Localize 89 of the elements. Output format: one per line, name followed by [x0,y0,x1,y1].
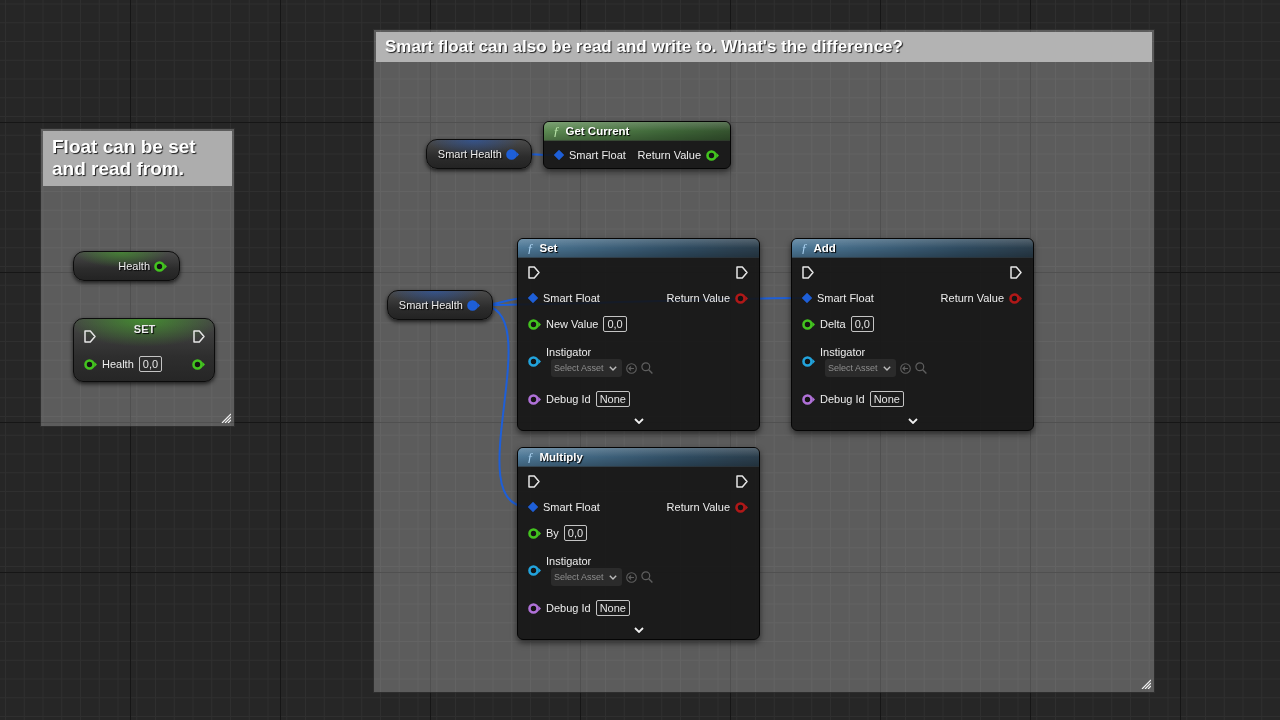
pin-label: Smart Float [543,291,600,305]
pin-label: Instigator [546,345,593,359]
value-field[interactable]: None [595,600,630,616]
arrow-circle-icon[interactable] [625,571,637,583]
node-title: Set [539,242,558,254]
variable-label: Smart Health [398,299,463,311]
asset-dropdown[interactable]: Select Asset [551,568,622,586]
pin-icon[interactable] [528,602,541,614]
pin-label: Smart Float [817,291,874,305]
caret-icon [882,365,891,371]
pin-label: Return Value [940,291,1004,305]
pin-label: Debug Id [546,601,591,615]
node-title: SET [133,323,156,336]
pin-label: New Value [546,317,599,331]
variable-node[interactable]: Smart Health [387,290,493,320]
pin-label: Smart Float [569,148,626,162]
function-node[interactable]: ƒ Add Smart Float Return Value Delta 0,0 Instigator Select Asset Debug Id None [791,238,1034,431]
node-title: Add [813,242,836,254]
node-title: Get Current [565,125,630,137]
exec-pin-icon[interactable] [1010,265,1022,279]
asset-dropdown[interactable]: Select Asset [825,359,896,377]
pin-icon[interactable] [154,260,167,272]
pin-label: Return Value [637,148,701,162]
pin-icon[interactable] [528,393,541,405]
variable-node[interactable]: Smart Health [426,139,532,169]
exec-pin-icon[interactable] [84,329,96,343]
diamond-pin-icon[interactable] [802,293,812,303]
arrow-circle-icon[interactable] [899,362,911,374]
chevron-icon[interactable] [907,418,918,424]
pin-icon[interactable] [84,358,97,370]
arrow-circle-icon[interactable] [625,362,637,374]
variable-label: Health [118,260,150,272]
exec-pin-icon[interactable] [802,265,814,279]
pin-label: Smart Float [543,500,600,514]
pin-label: By [546,526,559,540]
exec-pin-icon[interactable] [193,329,205,343]
comment-title: Float can be set and read from. [43,131,232,186]
pin-label: Instigator [820,345,867,359]
asset-dropdown[interactable]: Select Asset [551,359,622,377]
value-field[interactable]: 0,0 [138,356,163,372]
pin-icon[interactable] [528,318,541,330]
comment-title: Smart float can also be read and write to. What's the difference? [376,32,1152,62]
diamond-pin-icon[interactable] [528,293,538,303]
variable-node[interactable]: Health [73,251,180,281]
resize-grip-icon[interactable] [221,413,231,423]
diamond-pin-icon[interactable] [554,150,564,160]
caret-icon [608,365,617,371]
search-icon[interactable] [640,571,653,583]
value-field[interactable]: 0,0 [563,525,588,541]
function-node[interactable]: ƒ Multiply Smart Float Return Value By 0,0 Instigator Select Asset Debug Id None [517,447,760,640]
node-title: Multiply [539,451,583,463]
pin-icon[interactable] [528,355,541,367]
chevron-icon[interactable] [633,627,644,633]
pin-icon[interactable] [528,564,541,576]
variable-label: Smart Health [437,148,502,160]
pin-icon[interactable] [802,355,815,367]
pin-icon[interactable] [528,527,541,539]
pin-label: Debug Id [820,392,865,406]
setter-node[interactable]: SET Health 0,0 [73,318,215,382]
search-icon[interactable] [914,362,927,374]
function-icon: ƒ [527,450,534,464]
function-icon: ƒ [801,241,808,255]
value-field[interactable]: 0,0 [603,316,627,332]
function-node[interactable]: ƒ Get Current Smart Float Return Value [543,121,731,169]
pin-icon[interactable] [802,318,815,330]
function-icon: ƒ [553,124,560,138]
value-field[interactable]: None [595,391,630,407]
pin-label: Instigator [546,554,593,568]
pin-label: Health [102,357,134,371]
resize-grip-icon[interactable] [1141,679,1151,689]
value-field[interactable]: 0,0 [850,316,874,332]
pin-icon[interactable] [192,358,205,370]
function-node[interactable]: ƒ Set Smart Float Return Value New Value 0,0 Instigator Select Asset Debug Id None [517,238,760,431]
diamond-pin-icon[interactable] [528,502,538,512]
exec-pin-icon[interactable] [528,265,540,279]
pin-label: Debug Id [546,392,591,406]
pin-icon[interactable] [706,149,719,161]
exec-pin-icon[interactable] [736,265,748,279]
function-icon: ƒ [527,241,534,255]
exec-pin-icon[interactable] [736,474,748,488]
caret-icon [608,574,617,580]
pin-icon[interactable] [802,393,815,405]
pin-label: Delta [820,317,846,331]
exec-pin-icon[interactable] [528,474,540,488]
pin-label: Return Value [666,500,730,514]
value-field[interactable]: None [869,391,904,407]
search-icon[interactable] [640,362,653,374]
pin-label: Return Value [666,291,730,305]
chevron-icon[interactable] [633,418,644,424]
